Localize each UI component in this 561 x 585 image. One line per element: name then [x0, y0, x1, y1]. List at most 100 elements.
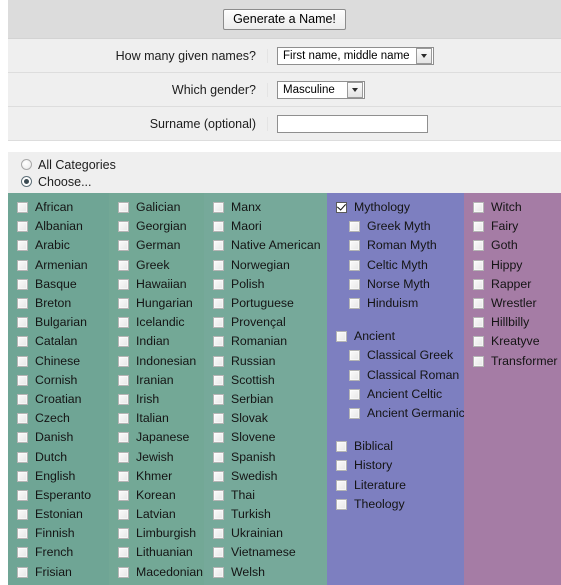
category-item[interactable]: Transformer	[464, 352, 561, 371]
radio-all-categories[interactable]: All Categories	[21, 156, 561, 173]
category-item[interactable]: Croatian	[8, 390, 109, 409]
checkbox-icon[interactable]	[213, 278, 224, 290]
category-item[interactable]: Serbian	[204, 390, 327, 409]
checkbox-icon[interactable]	[118, 451, 129, 463]
checkbox-icon[interactable]	[17, 278, 28, 290]
checkbox-icon[interactable]	[213, 393, 224, 405]
category-item[interactable]: Breton	[8, 294, 109, 313]
checkbox-icon[interactable]	[17, 451, 28, 463]
category-item[interactable]: Polish	[204, 275, 327, 294]
checkbox-icon[interactable]	[213, 259, 224, 271]
radio-icon-choose-selected[interactable]	[21, 176, 32, 187]
category-item[interactable]: Hillbilly	[464, 313, 561, 332]
checkbox-icon[interactable]	[118, 336, 129, 348]
checkbox-icon[interactable]	[17, 413, 28, 425]
gender-select[interactable]: Masculine	[277, 80, 365, 99]
category-item[interactable]: Galician	[109, 198, 204, 217]
category-item[interactable]: Mythology	[327, 198, 464, 217]
checkbox-icon[interactable]	[17, 355, 28, 367]
category-item[interactable]: English	[8, 467, 109, 486]
checkbox-icon[interactable]	[17, 528, 28, 540]
generate-name-button[interactable]: Generate a Name!	[223, 8, 346, 30]
category-item[interactable]: Thai	[204, 486, 327, 505]
category-item[interactable]: Slovak	[204, 409, 327, 428]
category-item[interactable]: Welsh	[204, 563, 327, 582]
category-item[interactable]: Celtic Myth	[327, 256, 464, 275]
category-item[interactable]: Goth	[464, 236, 561, 255]
category-item[interactable]: German	[109, 236, 204, 255]
category-item[interactable]: Esperanto	[8, 486, 109, 505]
category-item[interactable]: Iranian	[109, 371, 204, 390]
category-item[interactable]: Turkish	[204, 505, 327, 524]
checkbox-icon[interactable]	[17, 202, 28, 214]
category-item[interactable]: Icelandic	[109, 313, 204, 332]
category-item[interactable]: Hippy	[464, 256, 561, 275]
category-item[interactable]: Swedish	[204, 467, 327, 486]
category-item[interactable]: Native American	[204, 236, 327, 255]
category-item[interactable]: Theology	[327, 495, 464, 514]
checkbox-icon[interactable]	[473, 202, 484, 214]
category-item[interactable]: Biblical	[327, 437, 464, 456]
category-item[interactable]: Slovene	[204, 428, 327, 447]
category-item[interactable]: Ukrainian	[204, 524, 327, 543]
category-item[interactable]: Bulgarian	[8, 313, 109, 332]
category-item[interactable]: Latvian	[109, 505, 204, 524]
checkbox-icon[interactable]	[17, 509, 28, 521]
checkbox-icon[interactable]	[17, 317, 28, 329]
category-item[interactable]: Lithuanian	[109, 543, 204, 562]
checkbox-icon[interactable]	[118, 470, 129, 482]
category-item[interactable]: Ancient	[327, 327, 464, 346]
checkbox-icon[interactable]	[349, 350, 360, 362]
checkbox-checked-icon[interactable]	[336, 202, 347, 214]
checkbox-icon[interactable]	[118, 432, 129, 444]
category-item[interactable]: Estonian	[8, 505, 109, 524]
category-item[interactable]: Catalan	[8, 332, 109, 351]
checkbox-icon[interactable]	[349, 369, 360, 381]
checkbox-icon[interactable]	[213, 470, 224, 482]
checkbox-icon[interactable]	[213, 566, 224, 578]
checkbox-icon[interactable]	[349, 259, 360, 271]
checkbox-icon[interactable]	[336, 479, 347, 491]
checkbox-icon[interactable]	[213, 355, 224, 367]
checkbox-icon[interactable]	[118, 393, 129, 405]
radio-icon-all-categories[interactable]	[21, 159, 32, 170]
checkbox-icon[interactable]	[17, 566, 28, 578]
category-item[interactable]: Kreatyve	[464, 332, 561, 351]
checkbox-icon[interactable]	[118, 317, 129, 329]
checkbox-icon[interactable]	[17, 547, 28, 559]
checkbox-icon[interactable]	[213, 432, 224, 444]
category-item[interactable]: Macedonian	[109, 563, 204, 582]
checkbox-icon[interactable]	[17, 221, 28, 233]
category-item[interactable]: Japanese	[109, 428, 204, 447]
checkbox-icon[interactable]	[118, 489, 129, 501]
category-item[interactable]: Hungarian	[109, 294, 204, 313]
category-item[interactable]: Manx	[204, 198, 327, 217]
checkbox-icon[interactable]	[213, 413, 224, 425]
category-item[interactable]: Greek Myth	[327, 217, 464, 236]
checkbox-icon[interactable]	[336, 331, 347, 343]
category-item[interactable]: Cornish	[8, 371, 109, 390]
category-item[interactable]: Basque	[8, 275, 109, 294]
category-item[interactable]: Armenian	[8, 256, 109, 275]
checkbox-icon[interactable]	[118, 566, 129, 578]
checkbox-icon[interactable]	[349, 388, 360, 400]
checkbox-icon[interactable]	[213, 509, 224, 521]
checkbox-icon[interactable]	[17, 336, 28, 348]
checkbox-icon[interactable]	[118, 202, 129, 214]
category-item[interactable]: Frisian	[8, 563, 109, 582]
category-item[interactable]: Classical Roman	[327, 366, 464, 385]
checkbox-icon[interactable]	[17, 470, 28, 482]
category-item[interactable]: French	[8, 543, 109, 562]
checkbox-icon[interactable]	[473, 355, 484, 367]
category-item[interactable]: Literature	[327, 475, 464, 494]
category-item[interactable]: Fairy	[464, 217, 561, 236]
checkbox-icon[interactable]	[213, 336, 224, 348]
category-item[interactable]: Jewish	[109, 447, 204, 466]
checkbox-icon[interactable]	[473, 259, 484, 271]
category-item[interactable]: Korean	[109, 486, 204, 505]
category-item[interactable]: Hinduism	[327, 294, 464, 313]
checkbox-icon[interactable]	[17, 374, 28, 386]
category-item[interactable]: Witch	[464, 198, 561, 217]
checkbox-icon[interactable]	[118, 509, 129, 521]
checkbox-icon[interactable]	[213, 547, 224, 559]
